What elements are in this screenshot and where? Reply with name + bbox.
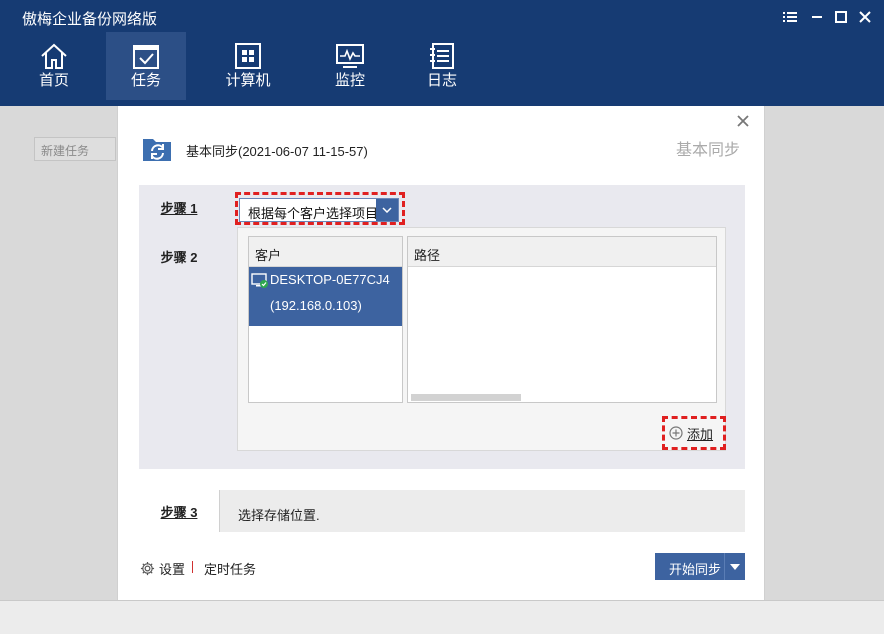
dialog-watermark: 基本同步 <box>676 142 741 159</box>
dropdown-value: 根据每个客户选择项目 <box>248 206 379 221</box>
nav-home[interactable]: 首页 <box>14 32 94 100</box>
settings-label: 设置 <box>159 562 186 577</box>
path-column-header: 路径 <box>408 237 716 267</box>
computer-icon <box>235 43 261 69</box>
nav-monitor[interactable]: 监控 <box>310 32 390 100</box>
step3-description[interactable]: 选择存储位置. <box>238 505 320 524</box>
task-name: 基本同步(2021-06-07 11-15-57) <box>186 144 368 159</box>
selection-mode-dropdown[interactable]: 根据每个客户选择项目 <box>239 198 399 222</box>
divider <box>219 490 220 532</box>
client-ip: (192.168.0.103) <box>270 298 362 313</box>
nav-task[interactable]: 任务 <box>106 32 186 100</box>
client-column-header: 客户 <box>249 237 402 267</box>
path-list: 路径 <box>407 236 717 403</box>
add-label: 添加 <box>687 426 714 442</box>
nav-label: 任务 <box>130 72 161 89</box>
maximize-icon[interactable] <box>830 6 852 28</box>
sync-folder-icon <box>142 134 174 167</box>
step1-tab[interactable]: 步骤 1 <box>139 185 219 229</box>
plus-circle-icon <box>669 426 683 440</box>
home-icon <box>41 43 67 69</box>
step3-tab[interactable]: 步骤 3 <box>139 490 219 532</box>
monitor-icon <box>336 44 364 68</box>
status-bar <box>0 600 884 634</box>
nav-computer[interactable]: 计算机 <box>208 32 288 100</box>
chevron-down-icon[interactable] <box>376 199 398 221</box>
nav-label: 计算机 <box>225 72 271 89</box>
settings-button[interactable]: 设置 <box>140 559 185 578</box>
minimize-icon[interactable] <box>806 6 828 28</box>
nav-label: 首页 <box>38 72 69 89</box>
background-area <box>0 106 117 600</box>
new-task-input[interactable]: 新建任务 <box>34 137 116 161</box>
step3-row: 步骤 3 选择存储位置. <box>139 490 745 532</box>
dialog-close-icon[interactable] <box>736 114 750 128</box>
step1-label: 步骤 1 <box>160 200 198 216</box>
nav-label: 日志 <box>426 72 457 89</box>
computer-online-icon <box>251 273 269 292</box>
nav-log[interactable]: 日志 <box>402 32 482 100</box>
gear-icon <box>140 561 155 576</box>
close-icon[interactable] <box>854 6 876 28</box>
caret-down-icon[interactable] <box>724 553 745 580</box>
step3-label: 步骤 3 <box>160 504 198 520</box>
top-bar: 傲梅企业备份网络版 首页 任务 计算机 监控 日志 <box>0 0 884 106</box>
sync-dialog: 基本同步(2021-06-07 11-15-57) 基本同步 步骤 1 步骤 2… <box>117 106 765 600</box>
client-name: DESKTOP-0E77CJ4 <box>270 272 390 287</box>
horizontal-scrollbar[interactable] <box>411 394 521 401</box>
step2-tab[interactable]: 步骤 2 <box>139 234 219 278</box>
footer-separator <box>192 561 193 573</box>
app-title: 傲梅企业备份网络版 <box>22 11 158 28</box>
start-sync-label: 开始同步 <box>669 562 722 577</box>
add-button[interactable]: 添加 <box>669 424 713 442</box>
client-row[interactable]: DESKTOP-0E77CJ4 (192.168.0.103) <box>249 267 402 326</box>
step2-label: 步骤 2 <box>160 249 198 265</box>
task-icon <box>133 45 159 69</box>
log-icon <box>430 43 454 69</box>
schedule-button[interactable]: 定时任务 <box>204 559 256 578</box>
nav-label: 监控 <box>334 72 365 89</box>
client-list: 客户 DESKTOP-0E77CJ4 (192.168.0.103) <box>248 236 403 403</box>
menu-icon[interactable] <box>779 6 801 28</box>
start-sync-button[interactable]: 开始同步 <box>655 553 745 580</box>
